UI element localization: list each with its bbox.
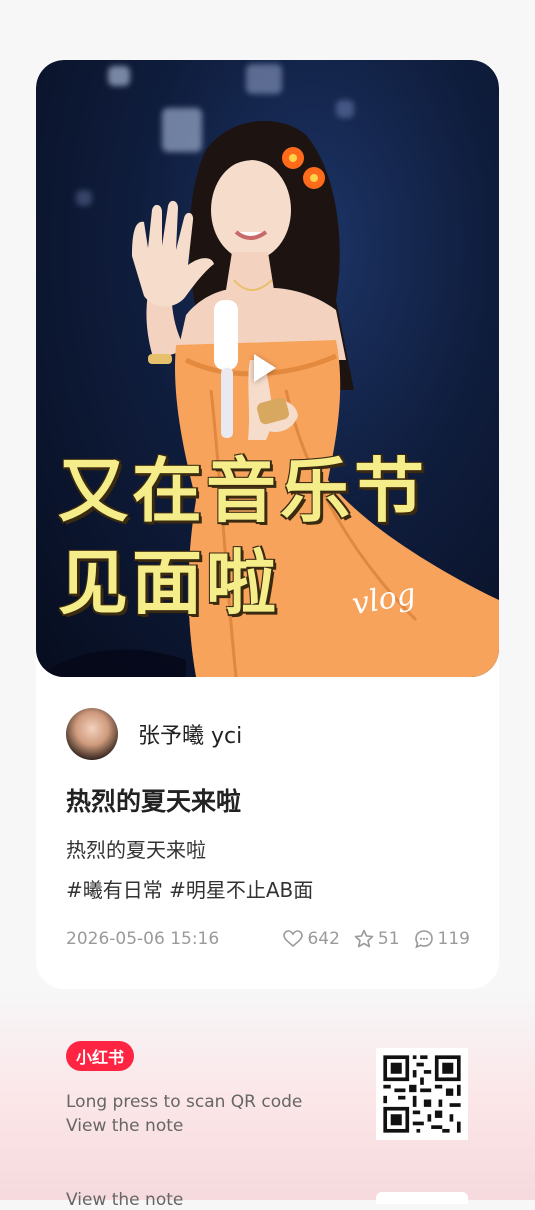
qr-code[interactable]: [376, 1048, 468, 1140]
post-meta: 2026-05-06 15:16 642 51 119: [66, 926, 470, 952]
collect-count-value: 51: [377, 929, 400, 949]
author-row[interactable]: 张予曦 yci: [66, 708, 242, 760]
comment-count-value: 119: [437, 929, 470, 949]
qr-code-icon: [376, 1048, 468, 1140]
avatar[interactable]: [66, 708, 118, 760]
qr-code-repeat: [376, 1192, 468, 1204]
collect-count[interactable]: 51: [354, 929, 400, 949]
heart-icon: [283, 930, 304, 948]
post-title: 热烈的夏天来啦: [66, 787, 242, 816]
play-icon[interactable]: [254, 354, 276, 382]
star-icon: [354, 929, 374, 948]
note-card[interactable]: 又在音乐节 见面啦 vlog 张予曦 yci 热烈的夏天来啦 热烈的夏天来啦 #…: [36, 60, 499, 989]
xiaohongshu-logo: 小红书: [66, 1041, 134, 1071]
comment-count[interactable]: 119: [414, 929, 470, 949]
cover-title-line2: 见面啦: [58, 541, 280, 624]
cover-title-line1: 又在音乐节: [58, 449, 428, 532]
like-count-value: 642: [307, 929, 340, 949]
comment-icon: [414, 930, 433, 949]
post-tags[interactable]: #曦有日常 #明星不止AB面: [66, 874, 313, 903]
scan-instruction: Long press to scan QR code: [66, 1092, 303, 1112]
post-body: 热烈的夏天来啦: [66, 838, 206, 862]
video-cover[interactable]: 又在音乐节 见面啦 vlog: [36, 60, 499, 677]
view-note-text: View the note: [66, 1116, 184, 1136]
view-note-text-repeat: View the note: [66, 1190, 184, 1210]
like-count[interactable]: 642: [283, 929, 340, 949]
author-name[interactable]: 张予曦 yci: [138, 718, 242, 750]
post-date: 2026-05-06 15:16: [66, 929, 220, 949]
